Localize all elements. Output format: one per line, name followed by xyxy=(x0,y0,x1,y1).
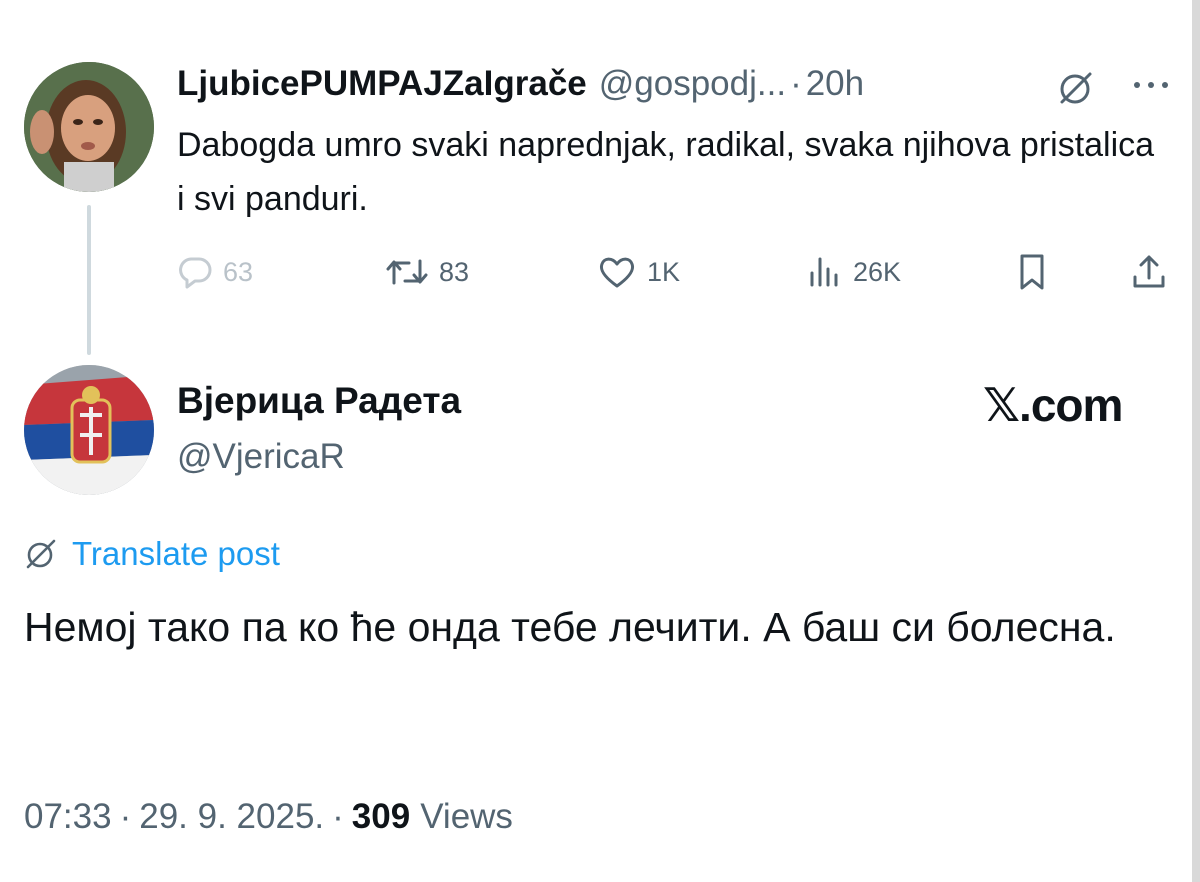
right-edge-strip xyxy=(1192,0,1200,882)
timestamp[interactable]: 07:33 xyxy=(24,797,112,837)
x-logo-text: 𝕏.com xyxy=(983,379,1123,431)
more-icon[interactable] xyxy=(1130,70,1172,100)
share-button[interactable] xyxy=(1129,248,1179,296)
views-button[interactable]: 26K xyxy=(807,248,901,296)
retweet-button[interactable]: 83 xyxy=(385,248,469,296)
thread-line xyxy=(87,205,91,355)
views-icon xyxy=(810,257,838,287)
views-count: 309 xyxy=(351,797,411,836)
display-name[interactable]: LjubicePUMPAJZaIgrače xyxy=(177,64,587,104)
bookmark-icon xyxy=(1020,254,1044,290)
reply-count: 63 xyxy=(223,256,254,287)
avatar[interactable] xyxy=(24,62,154,192)
grok-icon xyxy=(26,539,56,569)
translate-label: Translate post xyxy=(72,535,280,572)
tweet1-header: LjubicePUMPAJZaIgrače @gospodj... · 20h xyxy=(177,62,864,106)
reply-button[interactable]: 63 xyxy=(177,248,253,296)
avatar[interactable] xyxy=(24,365,154,495)
separator: · xyxy=(119,797,132,836)
grok-icon[interactable] xyxy=(1056,68,1096,108)
translate-post-link[interactable]: Translate post xyxy=(24,532,280,576)
like-button[interactable]: 1K xyxy=(597,248,680,296)
tweet-meta: 07:33 · 29. 9. 2025. · 309 Views xyxy=(24,792,513,842)
view-count: 26K xyxy=(853,256,902,287)
tweet-text: Dabogda umro svaki naprednjak, radikal, … xyxy=(177,126,1155,218)
tweet-text: Немој тако па ко ће онда тебе лечити. А … xyxy=(24,604,1116,650)
retweet-count: 83 xyxy=(439,256,470,287)
bookmark-button[interactable] xyxy=(1015,248,1059,296)
display-name[interactable]: Вјерица Радета xyxy=(177,380,461,422)
timestamp[interactable]: 20h xyxy=(806,64,864,104)
date[interactable]: 29. 9. 2025. xyxy=(139,797,324,837)
separator: · xyxy=(790,64,802,103)
views-label: Views xyxy=(420,797,513,836)
reply-icon xyxy=(179,257,212,289)
user-handle[interactable]: @VjericaR xyxy=(177,437,345,477)
user-handle[interactable]: @gospodj... xyxy=(599,64,786,104)
action-bar: 63 83 1K 26K xyxy=(177,248,1177,296)
like-icon xyxy=(599,257,635,288)
separator: · xyxy=(332,797,344,836)
share-icon xyxy=(1133,255,1165,288)
like-count: 1K xyxy=(647,256,681,287)
retweet-icon xyxy=(386,259,428,285)
